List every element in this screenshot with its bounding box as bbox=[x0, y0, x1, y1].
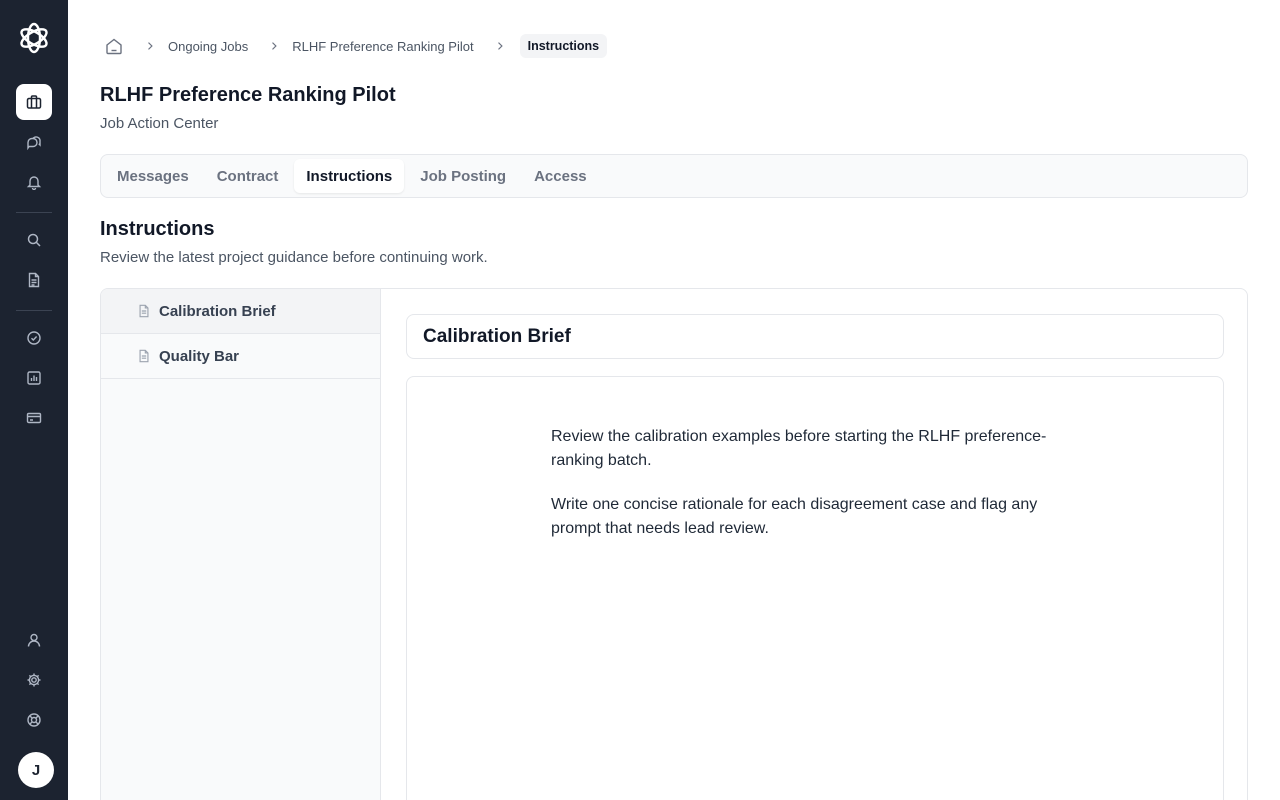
user-icon bbox=[27, 633, 41, 647]
chat-bubbles-icon bbox=[27, 136, 41, 150]
sidebar-item-settings[interactable] bbox=[16, 662, 52, 698]
search-icon bbox=[27, 233, 41, 247]
breadcrumb: Ongoing Jobs RLHF Preference Ranking Pil… bbox=[104, 34, 608, 58]
instructions-panel: Calibration Brief Quality Bar Calibratio… bbox=[100, 288, 1248, 800]
section-description: Review the latest project guidance befor… bbox=[100, 249, 488, 266]
chevron-right-icon bbox=[492, 38, 508, 54]
bell-icon bbox=[26, 176, 42, 190]
document-icon bbox=[139, 304, 149, 318]
sidebar-item-payments[interactable] bbox=[16, 400, 52, 436]
document-paragraph: Review the calibration examples before s… bbox=[551, 428, 1047, 469]
document-paragraph: Write one concise rationale for each dis… bbox=[551, 496, 1038, 537]
document-item-label: Quality Bar bbox=[159, 347, 240, 365]
sidebar-item-search[interactable] bbox=[16, 222, 52, 258]
briefcase-icon bbox=[26, 95, 42, 109]
sidebar-item-notifications[interactable] bbox=[16, 164, 52, 200]
document-icon bbox=[139, 349, 149, 363]
asterisk-logo-icon[interactable] bbox=[16, 20, 52, 56]
tab-messages[interactable]: Messages bbox=[105, 159, 201, 193]
document-list: Calibration Brief Quality Bar bbox=[101, 289, 381, 800]
sidebar-divider bbox=[16, 310, 52, 311]
tab-contract[interactable]: Contract bbox=[205, 159, 291, 193]
home-icon bbox=[106, 38, 122, 55]
sidebar-item-help[interactable] bbox=[16, 702, 52, 738]
breadcrumb-home[interactable] bbox=[104, 36, 124, 56]
tab-bar: Messages Contract Instructions Job Posti… bbox=[100, 154, 1248, 198]
document-item-label: Calibration Brief bbox=[159, 302, 276, 320]
sidebar: J bbox=[0, 0, 68, 800]
sidebar-item-profile[interactable] bbox=[16, 622, 52, 658]
sidebar-item-analytics[interactable] bbox=[16, 360, 52, 396]
sidebar-item-messages[interactable] bbox=[16, 124, 52, 160]
document-item-quality-bar[interactable]: Quality Bar bbox=[101, 334, 380, 379]
avatar[interactable]: J bbox=[18, 752, 54, 788]
check-circle-icon bbox=[27, 331, 41, 345]
sidebar-divider bbox=[16, 212, 52, 213]
breadcrumb-job[interactable]: RLHF Preference Ranking Pilot bbox=[292, 39, 473, 54]
lifebuoy-icon bbox=[27, 713, 41, 727]
section-title: Instructions bbox=[100, 218, 215, 240]
sidebar-item-jobs[interactable] bbox=[16, 84, 52, 120]
sidebar-item-tasks[interactable] bbox=[16, 320, 52, 356]
document-content: Review the calibration examples before s… bbox=[551, 425, 1071, 561]
gear-icon bbox=[27, 673, 41, 687]
chevron-right-icon bbox=[266, 38, 282, 54]
tab-job-posting[interactable]: Job Posting bbox=[408, 159, 518, 193]
page-subtitle: Job Action Center bbox=[100, 115, 219, 132]
bar-chart-icon bbox=[27, 371, 41, 385]
breadcrumb-current: Instructions bbox=[519, 34, 608, 58]
document-item-calibration-brief[interactable]: Calibration Brief bbox=[101, 289, 380, 334]
page-title: RLHF Preference Ranking Pilot bbox=[100, 84, 396, 106]
breadcrumb-ongoing-jobs[interactable]: Ongoing Jobs bbox=[168, 39, 248, 54]
tab-access[interactable]: Access bbox=[522, 159, 599, 193]
chevron-right-icon bbox=[142, 38, 158, 54]
document-viewer: Review the calibration examples before s… bbox=[406, 376, 1224, 800]
document-icon bbox=[28, 272, 40, 288]
document-title: Calibration Brief bbox=[406, 314, 1224, 359]
sidebar-item-documents[interactable] bbox=[16, 262, 52, 298]
credit-card-icon bbox=[26, 412, 42, 424]
tab-instructions[interactable]: Instructions bbox=[294, 159, 405, 193]
